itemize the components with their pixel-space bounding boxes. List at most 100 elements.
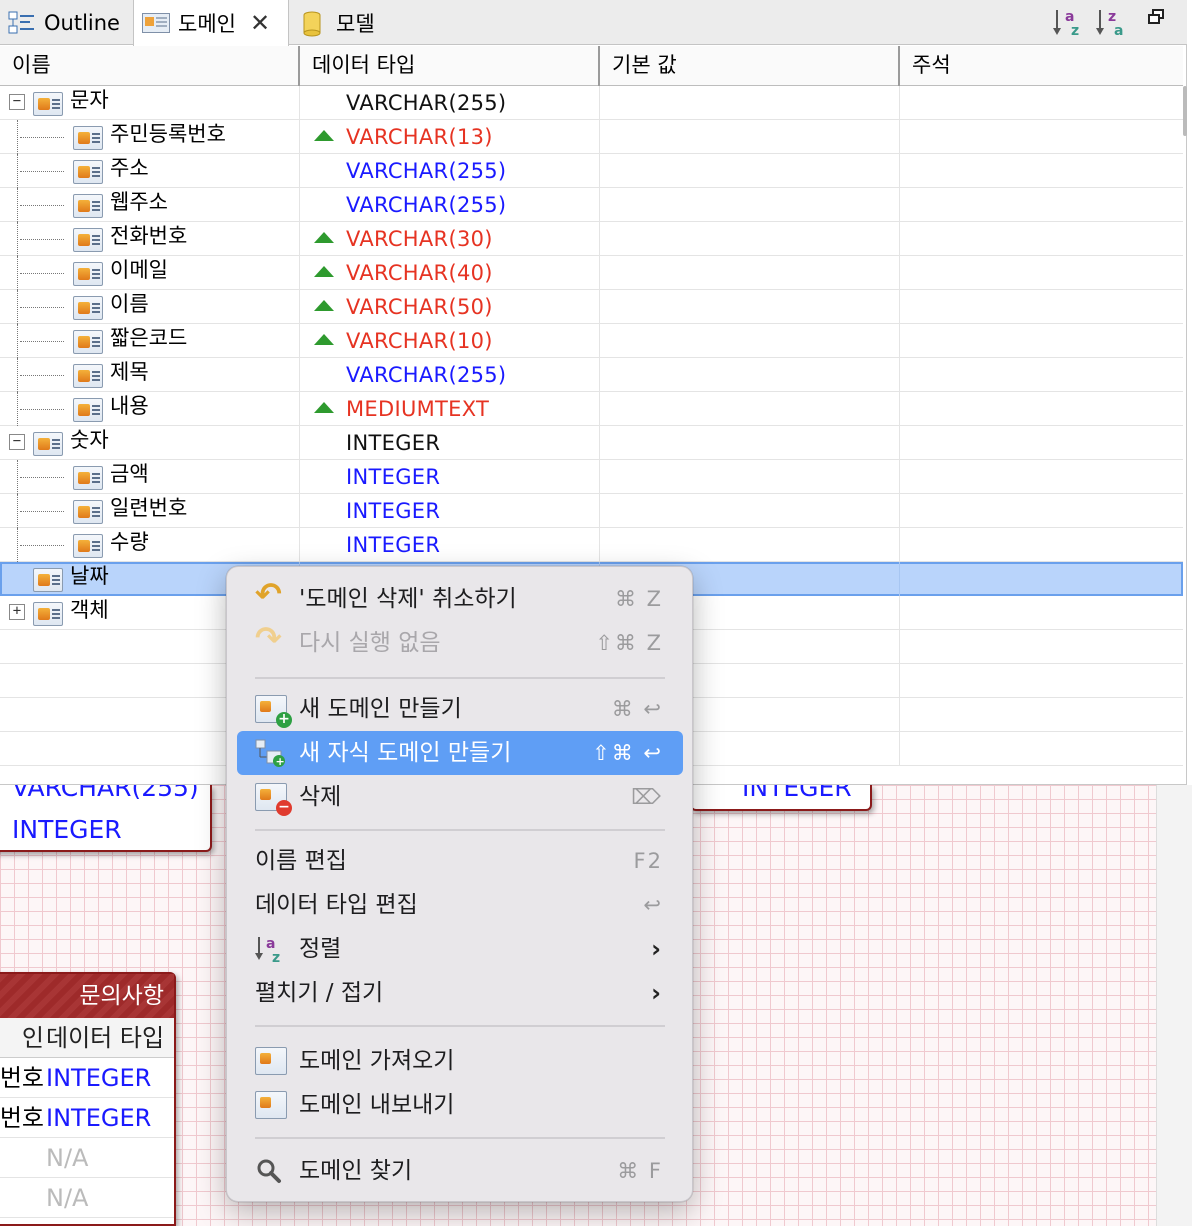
expand-icon[interactable]: + (9, 604, 25, 620)
cell-comment[interactable] (900, 426, 1183, 460)
tree-row-group[interactable]: − 문자 VARCHAR(255) (0, 86, 1183, 120)
cell-default-value[interactable] (600, 120, 900, 154)
tree-row[interactable]: 제목 VARCHAR(255) (0, 358, 1183, 392)
menu-item-expand-collapse-label: 펼치기 / 접기 (255, 980, 384, 1006)
tree-row[interactable]: 금액 INTEGER (0, 460, 1183, 494)
cell-comment[interactable] (900, 188, 1183, 222)
tree-row[interactable]: 이메일 VARCHAR(40) (0, 256, 1183, 290)
cell-data-type[interactable]: VARCHAR(13) (300, 120, 600, 154)
menu-item-edit-type[interactable]: 데이터 타입 편집 ↩ (237, 883, 683, 927)
cell-data-type[interactable]: VARCHAR(255) (300, 154, 600, 188)
cell-default-value[interactable] (600, 358, 900, 392)
cell-comment[interactable] (900, 392, 1183, 426)
sort-za-icon[interactable]: za (1095, 6, 1129, 39)
entity-row[interactable]: 번호 INTEGER (0, 1058, 174, 1098)
entity-table-right[interactable]: INTEGER (690, 781, 872, 811)
cell-comment[interactable] (900, 358, 1183, 392)
column-header-default[interactable]: 기본 값 (600, 46, 900, 86)
cell-comment[interactable] (900, 562, 1183, 596)
cell-data-type[interactable]: INTEGER (300, 460, 600, 494)
menu-item-delete-shortcut: ⌦ (631, 785, 663, 809)
tab-outline[interactable]: Outline (8, 0, 120, 45)
tree-row[interactable]: 주소 VARCHAR(255) (0, 154, 1183, 188)
cell-data-type[interactable]: VARCHAR(30) (300, 222, 600, 256)
tree-row[interactable]: 일련번호 INTEGER (0, 494, 1183, 528)
cell-data-type[interactable]: VARCHAR(40) (300, 256, 600, 290)
tree-row[interactable]: 이름 VARCHAR(50) (0, 290, 1183, 324)
cell-data-type[interactable]: VARCHAR(255) (300, 358, 600, 392)
menu-item-new-domain-label: 새 도메인 만들기 (299, 696, 462, 722)
menu-item-expand-collapse[interactable]: 펼치기 / 접기 › (237, 971, 683, 1015)
tab-domain[interactable]: 도메인 ✕ (133, 0, 289, 46)
cell-default-value[interactable] (600, 154, 900, 188)
menu-item-sort[interactable]: az 정렬 › (237, 927, 683, 971)
entity-row[interactable]: N/A (0, 1178, 174, 1218)
tree-row[interactable]: 내용 MEDIUMTEXT (0, 392, 1183, 426)
restore-window-icon[interactable] (1145, 6, 1179, 38)
menu-item-new-child-domain[interactable]: + 새 자식 도메인 만들기 ⇧⌘ ↩ (237, 731, 683, 775)
cell-default-value[interactable] (600, 324, 900, 358)
vertical-scrollbar[interactable] (1183, 86, 1187, 136)
tree-row[interactable]: 웹주소 VARCHAR(255) (0, 188, 1183, 222)
cell-comment[interactable] (900, 120, 1183, 154)
menu-item-delete[interactable]: − 삭제 ⌦ (237, 775, 683, 819)
empty-cell (900, 664, 1183, 698)
tree-row[interactable]: 짧은코드 VARCHAR(10) (0, 324, 1183, 358)
entity-table-left[interactable]: VARCHAR(255) INTEGER (0, 781, 212, 852)
cell-comment[interactable] (900, 324, 1183, 358)
tab-model[interactable]: 모델 (300, 0, 375, 45)
cell-data-type[interactable]: MEDIUMTEXT (300, 392, 600, 426)
cell-comment[interactable] (900, 256, 1183, 290)
cell-data-type[interactable]: VARCHAR(255) (300, 86, 600, 120)
cell-default-value[interactable] (600, 256, 900, 290)
menu-item-undo-label: '도메인 삭제' 취소하기 (299, 586, 517, 612)
cell-data-type[interactable]: VARCHAR(50) (300, 290, 600, 324)
entity-row[interactable]: 번호 INTEGER (0, 1098, 174, 1138)
tree-row[interactable]: 주민등록번호 VARCHAR(13) (0, 120, 1183, 154)
tree-row-group[interactable]: − 숫자 INTEGER (0, 426, 1183, 460)
column-header-type[interactable]: 데이터 타입 (300, 46, 600, 86)
cell-data-type[interactable]: INTEGER (300, 528, 600, 562)
tree-row[interactable]: 수량 INTEGER (0, 528, 1183, 562)
cell-data-type[interactable]: VARCHAR(10) (300, 324, 600, 358)
entity-row[interactable]: N/A (0, 1138, 174, 1178)
cell-comment[interactable] (900, 596, 1183, 630)
entity-row-name: 번호 (0, 1104, 44, 1132)
cell-default-value[interactable] (600, 392, 900, 426)
cell-default-value[interactable] (600, 460, 900, 494)
cell-name: − 숫자 (0, 426, 300, 460)
menu-item-find[interactable]: 도메인 찾기 ⌘ F (237, 1149, 683, 1193)
collapse-icon[interactable]: − (9, 94, 25, 110)
cell-default-value[interactable] (600, 86, 900, 120)
cell-default-value[interactable] (600, 222, 900, 256)
cell-default-value[interactable] (600, 290, 900, 324)
cell-default-value[interactable] (600, 494, 900, 528)
column-header-name[interactable]: 이름 (0, 46, 300, 86)
tree-guide-line (20, 545, 64, 546)
cell-comment[interactable] (900, 154, 1183, 188)
menu-item-import[interactable]: 도메인 가져오기 (237, 1039, 683, 1083)
cell-default-value[interactable] (600, 528, 900, 562)
cell-data-type[interactable]: INTEGER (300, 426, 600, 460)
cell-comment[interactable] (900, 494, 1183, 528)
close-icon[interactable]: ✕ (250, 9, 270, 37)
menu-item-new-domain[interactable]: + 새 도메인 만들기 ⌘ ↩ (237, 687, 683, 731)
cell-data-type[interactable]: VARCHAR(255) (300, 188, 600, 222)
cell-name: 수량 (0, 528, 300, 562)
cell-comment[interactable] (900, 460, 1183, 494)
tree-row[interactable]: 전화번호 VARCHAR(30) (0, 222, 1183, 256)
menu-item-export[interactable]: 도메인 내보내기 (237, 1083, 683, 1127)
entity-table-inquiry[interactable]: 문의사항 인 데이터 타입 번호 INTEGER 번호 INTEGER N/A … (0, 972, 176, 1226)
cell-comment[interactable] (900, 222, 1183, 256)
column-header-comment[interactable]: 주석 (900, 46, 1183, 86)
cell-default-value[interactable] (600, 188, 900, 222)
cell-comment[interactable] (900, 528, 1183, 562)
cell-comment[interactable] (900, 290, 1183, 324)
menu-item-undo[interactable]: '도메인 삭제' 취소하기 ⌘ Z (237, 575, 683, 621)
sort-az-icon[interactable]: az (1052, 6, 1086, 39)
cell-data-type[interactable]: INTEGER (300, 494, 600, 528)
cell-comment[interactable] (900, 86, 1183, 120)
collapse-icon[interactable]: − (9, 434, 25, 450)
cell-default-value[interactable] (600, 426, 900, 460)
menu-item-rename[interactable]: 이름 편집 F2 (237, 839, 683, 883)
